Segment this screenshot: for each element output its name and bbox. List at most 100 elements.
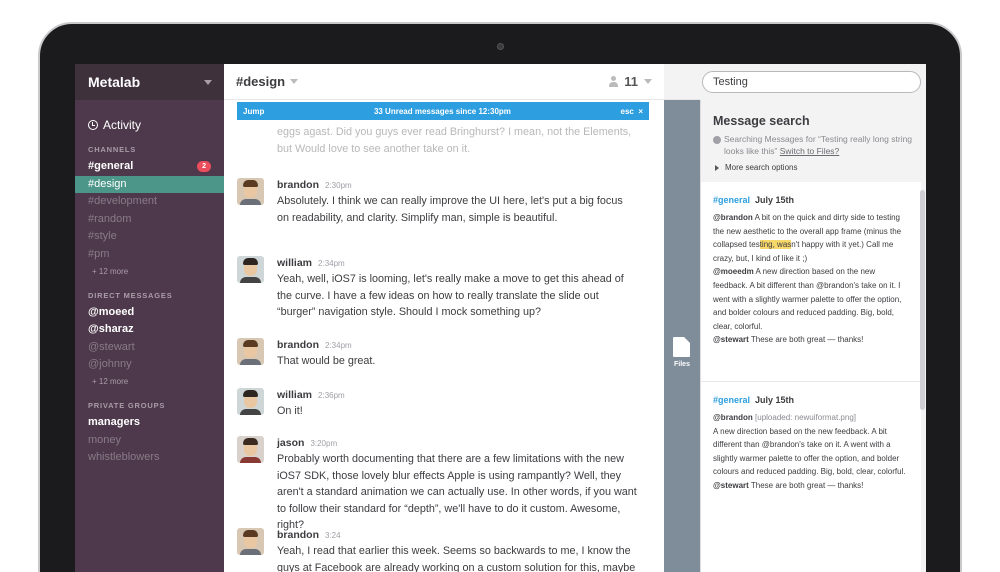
sidebar-item-general[interactable]: #general 2 bbox=[75, 158, 224, 176]
message-text: Yeah, I read that earlier this week. See… bbox=[277, 545, 636, 572]
unread-banner[interactable]: Jump 33 Unread messages since 12:30pm es… bbox=[237, 102, 649, 120]
team-name: Metalab bbox=[88, 74, 141, 90]
message-time[interactable]: 2:30pm bbox=[325, 181, 352, 190]
message-time[interactable]: 2:34pm bbox=[325, 341, 352, 350]
message-author[interactable]: brandon bbox=[277, 529, 319, 541]
avatar[interactable] bbox=[237, 256, 264, 283]
avatar[interactable] bbox=[237, 436, 264, 463]
member-count-button[interactable]: 11 bbox=[609, 74, 652, 89]
dms-more-link[interactable]: + 12 more bbox=[75, 374, 224, 389]
search-title: Message search bbox=[713, 114, 810, 128]
result-date: July 15th bbox=[755, 195, 795, 205]
message-time[interactable]: 3:24 bbox=[325, 531, 341, 540]
sidebar-item-money[interactable]: money bbox=[75, 432, 224, 450]
search-result[interactable]: #general July 15th @brandon [uploaded: ne… bbox=[701, 382, 921, 572]
message-author[interactable]: william bbox=[277, 257, 312, 269]
message-text: Absolutely. I think we can really improv… bbox=[277, 195, 623, 224]
message-time[interactable]: 3:20pm bbox=[310, 439, 337, 448]
result-author[interactable]: @stewart bbox=[713, 335, 749, 344]
avatar[interactable] bbox=[237, 338, 264, 365]
chevron-down-icon bbox=[644, 79, 652, 84]
sidebar-item-managers[interactable]: managers bbox=[75, 414, 224, 432]
result-author[interactable]: @moeedm bbox=[713, 267, 754, 276]
avatar[interactable] bbox=[237, 528, 264, 555]
message: william 2:36pm On it! bbox=[237, 388, 637, 420]
sidebar-item-style[interactable]: #style bbox=[75, 228, 224, 246]
search-result[interactable]: #general July 15th @brandon A bit on the … bbox=[701, 182, 921, 382]
avatar[interactable] bbox=[237, 178, 264, 205]
private-groups-header[interactable]: PRIVATE GROUPS bbox=[75, 401, 224, 410]
result-author[interactable]: @brandon bbox=[713, 213, 753, 222]
message-text: That would be great. bbox=[277, 355, 376, 367]
results-scrollbar[interactable] bbox=[920, 190, 925, 410]
search-status: Searching Messages for “Testing really l… bbox=[701, 128, 926, 157]
message: eggs agast. Did you guys ever read Bring… bbox=[237, 124, 637, 157]
close-icon[interactable] bbox=[713, 136, 721, 144]
sidebar-item-pm[interactable]: #pm bbox=[75, 246, 224, 264]
member-count: 11 bbox=[624, 74, 638, 89]
channel-title-menu[interactable]: #design bbox=[236, 74, 299, 89]
more-search-options[interactable]: More search options bbox=[701, 157, 926, 172]
sidebar-item-stewart[interactable]: @stewart bbox=[75, 339, 224, 357]
result-author[interactable]: @stewart bbox=[713, 481, 749, 490]
unread-dismiss[interactable]: esc × bbox=[621, 107, 643, 116]
channel-label: #design bbox=[88, 177, 127, 190]
message-time[interactable]: 2:36pm bbox=[318, 391, 345, 400]
result-channel[interactable]: #general bbox=[713, 395, 750, 405]
message: brandon 3:24 Yeah, I read that earlier th… bbox=[237, 528, 637, 572]
search-highlight: ting, was bbox=[759, 240, 792, 250]
dm-label: @moeed bbox=[88, 305, 135, 318]
files-strip-top bbox=[664, 64, 700, 100]
sidebar-item-random[interactable]: #random bbox=[75, 211, 224, 229]
files-toggle[interactable]: Files bbox=[664, 100, 700, 572]
sidebar-item-sharaz[interactable]: @sharaz bbox=[75, 321, 224, 339]
dm-label: @sharaz bbox=[88, 323, 134, 336]
unread-text: 33 Unread messages since 12:30pm bbox=[373, 106, 511, 116]
jump-button[interactable]: Jump bbox=[243, 107, 264, 116]
message-text: Probably worth documenting that there ar… bbox=[277, 453, 637, 531]
search-panel: Message search Searching Messages for “T… bbox=[700, 64, 926, 572]
more-options-label: More search options bbox=[725, 163, 798, 172]
result-text: @brandon A bit on the quick and dirty si… bbox=[713, 213, 902, 345]
search-results[interactable]: #general July 15th @brandon A bit on the … bbox=[701, 182, 921, 572]
result-author[interactable]: @brandon bbox=[713, 413, 753, 422]
search-bar bbox=[700, 64, 926, 100]
dm-label: @johnny bbox=[88, 358, 132, 371]
direct-messages-header[interactable]: DIRECT MESSAGES bbox=[75, 291, 224, 300]
channel-label: #random bbox=[88, 212, 132, 225]
message-text: eggs agast. Did you guys ever read Bring… bbox=[277, 126, 632, 155]
channel-label: #pm bbox=[88, 247, 110, 260]
group-label: managers bbox=[88, 415, 140, 428]
clock-icon bbox=[88, 120, 98, 130]
result-channel[interactable]: #general bbox=[713, 195, 750, 205]
message-text: Yeah, well, iOS7 is looming, let's reall… bbox=[277, 273, 624, 318]
sidebar-item-development[interactable]: #development bbox=[75, 193, 224, 211]
esc-label: esc bbox=[620, 106, 634, 116]
message-time[interactable]: 2:34pm bbox=[318, 259, 345, 268]
sidebar-item-whistleblowers[interactable]: whistleblowers bbox=[75, 449, 224, 467]
close-icon[interactable]: × bbox=[638, 107, 643, 116]
message-author[interactable]: william bbox=[277, 389, 312, 401]
switch-to-files-link[interactable]: Switch to Files? bbox=[780, 146, 840, 156]
channels-more-link[interactable]: + 12 more bbox=[75, 264, 224, 279]
sidebar-item-design[interactable]: #design bbox=[75, 175, 224, 194]
message: brandon 2:34pm That would be great. bbox=[237, 338, 637, 370]
channels-header[interactable]: CHANNELS bbox=[75, 145, 224, 154]
files-label: Files bbox=[674, 361, 690, 368]
search-body: Message search Searching Messages for “T… bbox=[700, 100, 926, 572]
camera-icon bbox=[497, 43, 504, 50]
chevron-down-icon bbox=[204, 79, 212, 85]
unread-badge: 2 bbox=[197, 161, 211, 173]
message-list[interactable]: eggs agast. Did you guys ever read Bring… bbox=[224, 120, 664, 572]
sidebar-item-johnny[interactable]: @johnny bbox=[75, 356, 224, 374]
message-author[interactable]: brandon bbox=[277, 339, 319, 351]
message-author[interactable]: brandon bbox=[277, 179, 319, 191]
search-input[interactable] bbox=[702, 71, 921, 93]
message-author[interactable]: jason bbox=[277, 437, 304, 449]
person-icon bbox=[609, 76, 619, 87]
sidebar-item-activity[interactable]: Activity bbox=[75, 117, 224, 133]
team-menu[interactable]: Metalab bbox=[75, 64, 224, 100]
channel-label: #general bbox=[88, 160, 134, 172]
avatar[interactable] bbox=[237, 388, 264, 415]
sidebar-item-moeed[interactable]: @moeed bbox=[75, 304, 224, 322]
